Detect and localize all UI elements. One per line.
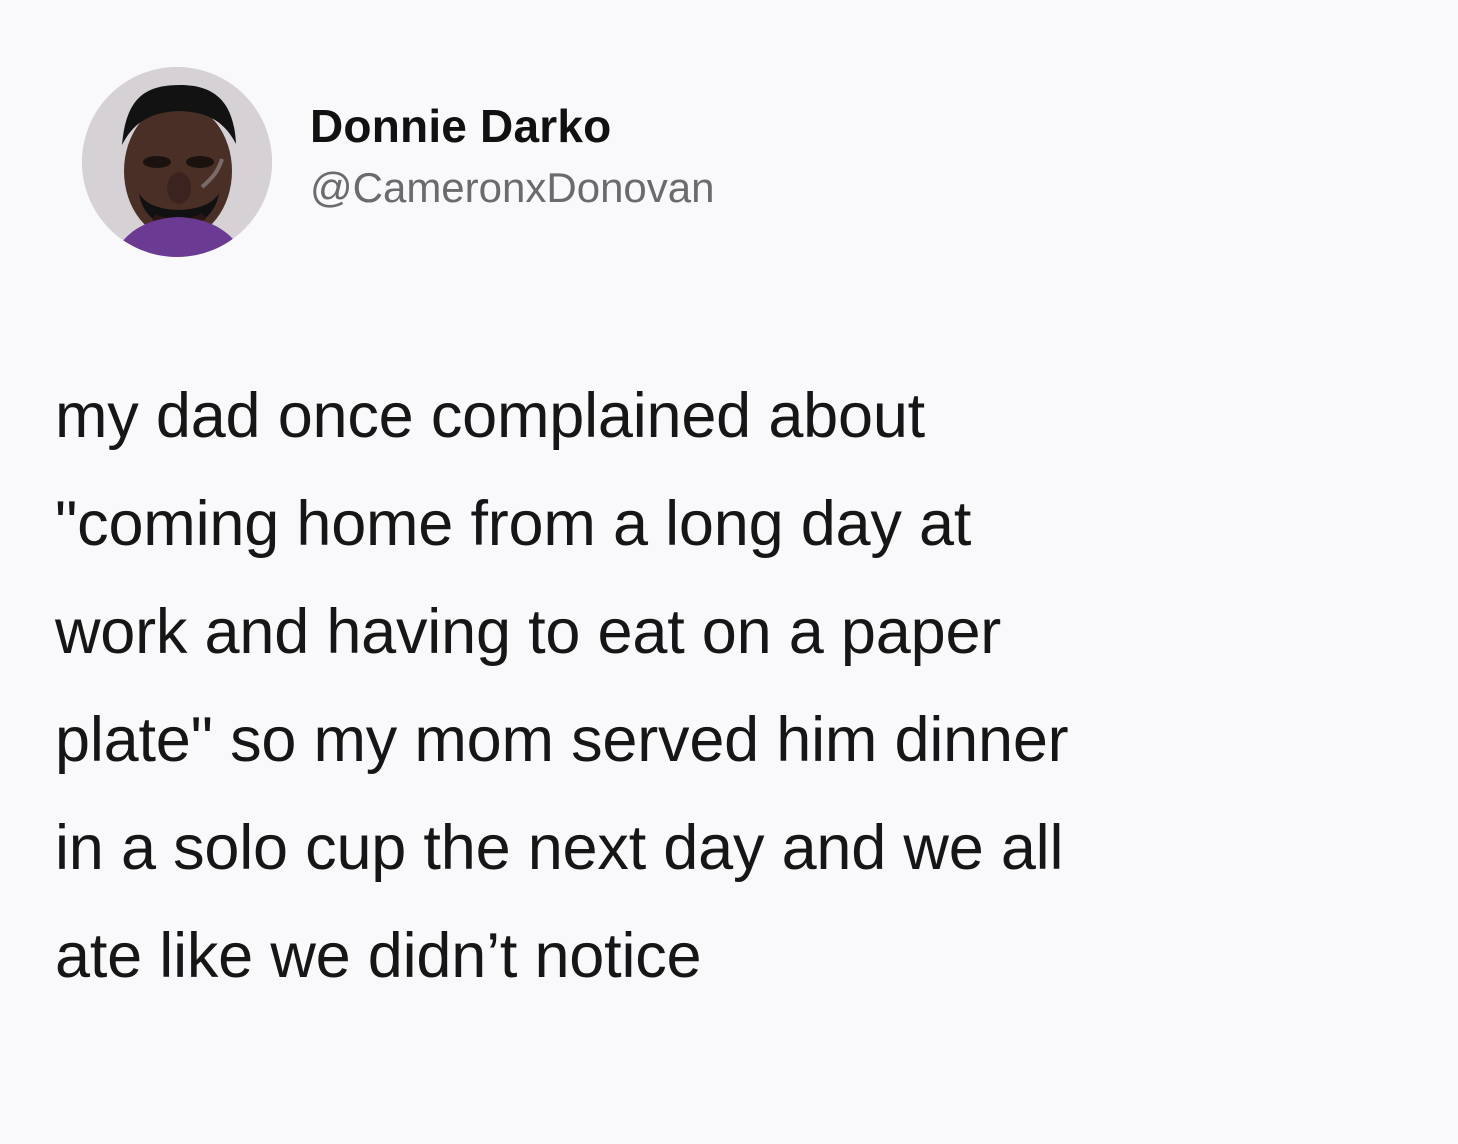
- avatar[interactable]: [82, 67, 272, 257]
- tweet-header: Donnie Darko @CameronxDonovan: [82, 52, 715, 272]
- author-display-name[interactable]: Donnie Darko: [310, 100, 715, 152]
- profile-photo-icon: [82, 67, 272, 257]
- tweet-body-text: my dad once complained about "coming hom…: [55, 381, 1069, 991]
- tweet-card: Donnie Darko @CameronxDonovan my dad onc…: [0, 0, 1458, 1144]
- author-handle[interactable]: @CameronxDonovan: [310, 163, 715, 213]
- author-info: Donnie Darko @CameronxDonovan: [310, 100, 715, 214]
